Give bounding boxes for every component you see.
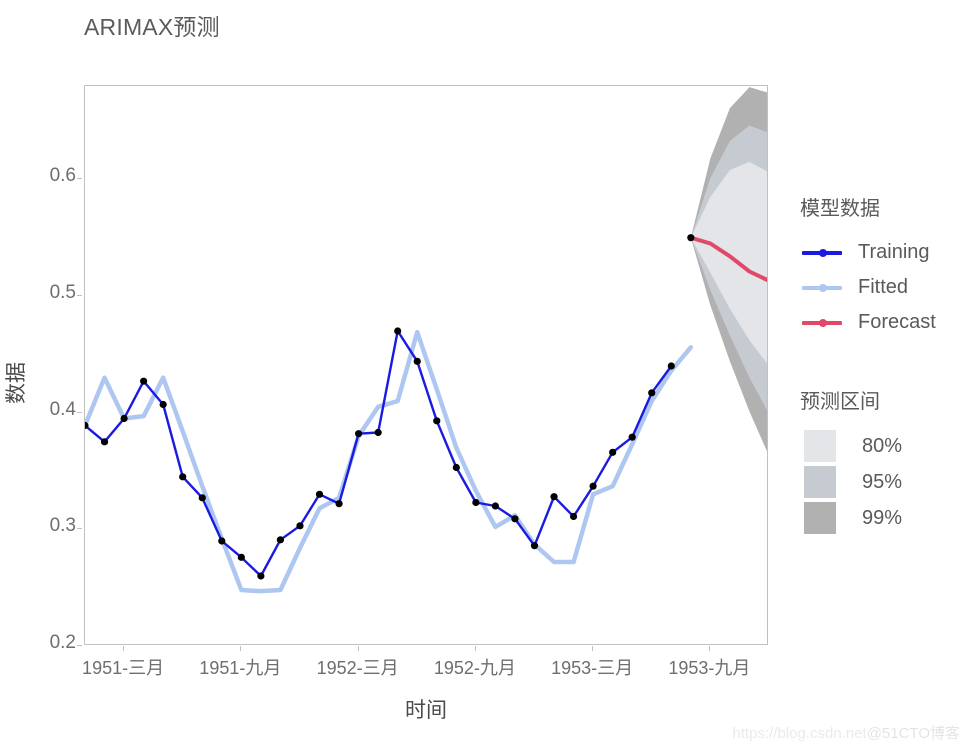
- legend-swatch-icon: [804, 466, 836, 498]
- x-tick-mark: [123, 646, 125, 651]
- x-tick-label: 1951-三月: [82, 658, 165, 678]
- data-point-training: [120, 414, 128, 423]
- legend-title: 模型数据: [800, 198, 880, 220]
- y-tick-label: 0.6: [49, 165, 76, 187]
- data-point-training: [667, 362, 675, 370]
- legend-title: 预测区间: [800, 391, 880, 413]
- y-axis-tick-labels: 0.6 0.5 0.4 0.3 0.2: [10, 0, 82, 753]
- data-point-training: [491, 502, 499, 510]
- data-point-training: [355, 430, 363, 438]
- data-point-training: [433, 417, 441, 425]
- y-tick-mark: [77, 295, 82, 296]
- legend-item-label: Forecast: [858, 311, 936, 333]
- legend-swatch-icon: [804, 502, 836, 534]
- chart-title: ARIMAX预测: [84, 14, 220, 40]
- data-point-training: [413, 357, 421, 365]
- data-point-training: [530, 542, 539, 550]
- data-point-training: [218, 537, 226, 545]
- y-tick-label: 0.5: [49, 282, 76, 303]
- data-point-training: [315, 490, 324, 498]
- data-point-training: [198, 494, 206, 502]
- data-point-training: [648, 389, 656, 397]
- plot-panel: [84, 85, 768, 645]
- legend-item-label: Training: [858, 241, 930, 263]
- data-point-training: [628, 433, 636, 441]
- legend-line-icon: [800, 240, 844, 266]
- legend-item-training[interactable]: Training: [800, 235, 936, 270]
- data-point-training: [550, 493, 558, 501]
- data-point-training: [140, 377, 148, 385]
- legend-item-forecast[interactable]: Forecast: [800, 305, 936, 340]
- x-tick-mark: [357, 646, 359, 651]
- data-point-training: [257, 572, 265, 580]
- x-tick-label: 1952-九月: [433, 658, 516, 678]
- x-tick-label: 1951-九月: [199, 658, 282, 678]
- legend-swatch-icon: [804, 430, 836, 462]
- x-tick-mark: [474, 646, 476, 651]
- data-point-training: [374, 428, 382, 437]
- x-axis-tick-labels: 1951-三月 1951-九月 1952-三月 1952-九月 1953-三月 1953-…: [0, 646, 968, 686]
- y-tick-mark: [77, 411, 82, 413]
- data-point-training: [511, 515, 519, 523]
- data-point-training: [569, 512, 578, 521]
- data-point-training: [296, 522, 304, 530]
- watermark: https://blog.csdn.net@51CTO博客: [732, 722, 960, 743]
- data-point-training: [609, 448, 617, 456]
- x-tick-mark: [592, 646, 594, 651]
- x-tick-mark: [709, 646, 711, 651]
- data-point-training: [394, 327, 402, 335]
- data-point-forecast-origin: [687, 234, 695, 242]
- y-tick-label: 0.4: [49, 398, 76, 420]
- data-point-training: [472, 498, 480, 507]
- x-axis-title: 时间: [405, 699, 447, 722]
- data-point-training: [589, 482, 597, 490]
- series-line-fitted: [85, 329, 694, 594]
- legend-item-label: 80%: [862, 434, 903, 457]
- legend-model-data: 模型数据 Training Fitted Forecast: [800, 192, 936, 340]
- x-tick-label: 1953-三月: [551, 658, 634, 678]
- data-point-training: [159, 400, 167, 409]
- data-point-training: [335, 500, 343, 508]
- legend-line-icon: [800, 310, 844, 336]
- data-point-training: [452, 463, 460, 472]
- data-point-training: [100, 438, 109, 446]
- legend-item-fitted[interactable]: Fitted: [800, 270, 936, 305]
- legend-item-label: 95%: [862, 470, 903, 493]
- arimax-forecast-chart: ARIMAX预测 数据 0.6 0.5 0.4 0.3 0.2 1951-三月 1951-…: [0, 0, 968, 753]
- data-point-training: [179, 473, 187, 481]
- watermark-url: https://blog.csdn.net: [732, 725, 867, 742]
- y-tick-label: 0.3: [49, 515, 76, 537]
- data-point-training: [237, 553, 245, 561]
- y-tick-mark: [77, 528, 82, 530]
- legend-prediction-interval: 预测区间 80% 95% 99%: [800, 385, 902, 536]
- data-point-training: [276, 536, 285, 544]
- legend-item-label: Fitted: [858, 276, 909, 298]
- plot-area: [85, 87, 767, 594]
- legend-item-label: 99%: [862, 506, 903, 529]
- x-tick-label: 1953-九月: [668, 658, 751, 678]
- series-line-training: [85, 329, 673, 578]
- x-tick-label: 1952-三月: [316, 658, 399, 678]
- legend-item-95pct[interactable]: 95%: [800, 464, 902, 500]
- x-tick-mark: [240, 646, 242, 651]
- legend-line-icon: [800, 275, 844, 301]
- legend-item-80pct[interactable]: 80%: [800, 428, 902, 464]
- watermark-brand: @51CTO博客: [866, 725, 960, 742]
- legend-item-99pct[interactable]: 99%: [800, 500, 902, 536]
- y-tick-mark: [77, 178, 82, 180]
